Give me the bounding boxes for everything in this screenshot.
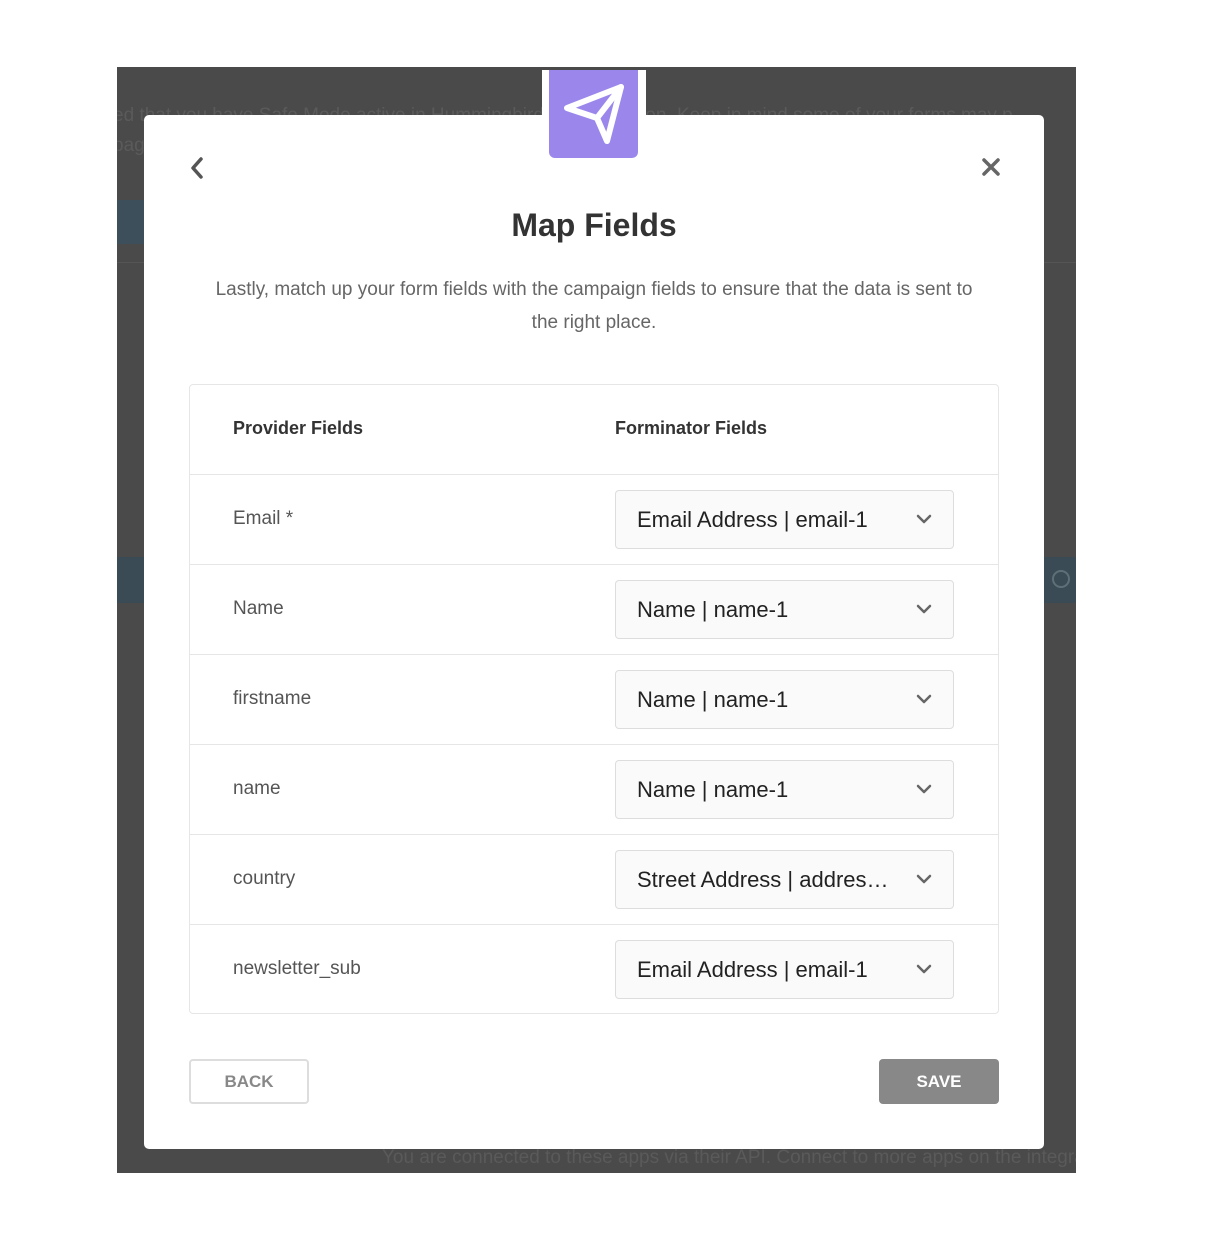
background-icon	[1052, 570, 1070, 588]
forminator-field-select[interactable]: Street Address | address-1	[615, 850, 954, 909]
chevron-down-icon	[916, 964, 932, 974]
paper-plane-icon	[549, 70, 638, 158]
table-row: firstname Name | name-1	[190, 655, 998, 745]
table-row: newsletter_sub Email Address | email-1	[190, 925, 998, 1015]
close-icon[interactable]	[979, 155, 1003, 179]
chevron-left-icon[interactable]	[186, 155, 208, 181]
provider-field-label: Email *	[233, 508, 294, 529]
select-value: Street Address | address-1	[637, 867, 897, 892]
forminator-field-select[interactable]: Name | name-1	[615, 580, 954, 639]
save-button[interactable]: SAVE	[879, 1059, 999, 1104]
table-row: country Street Address | address-1	[190, 835, 998, 925]
provider-field-label: Name	[233, 598, 284, 619]
table-row: name Name | name-1	[190, 745, 998, 835]
select-value: Name | name-1	[637, 597, 789, 622]
back-button[interactable]: BACK	[189, 1059, 309, 1104]
provider-field-label: newsletter_sub	[233, 958, 361, 979]
provider-field-label: country	[233, 868, 296, 889]
chevron-down-icon	[916, 694, 932, 704]
field-mapping-table: Provider Fields Forminator Fields Email …	[189, 384, 999, 1014]
table-row: Name Name | name-1	[190, 565, 998, 655]
provider-field-label: firstname	[233, 688, 312, 709]
forminator-field-select[interactable]: Email Address | email-1	[615, 490, 954, 549]
provider-fields-header: Provider Fields	[233, 418, 364, 438]
forminator-fields-header: Forminator Fields	[615, 418, 768, 438]
select-value: Email Address | email-1	[637, 957, 868, 982]
chevron-down-icon	[916, 604, 932, 614]
select-value: Name | name-1	[637, 777, 789, 802]
chevron-down-icon	[916, 784, 932, 794]
select-value: Email Address | email-1	[637, 507, 868, 532]
background-text-line: You are connected to these apps via thei…	[382, 1147, 1076, 1168]
chevron-down-icon	[916, 514, 932, 524]
table-header: Provider Fields Forminator Fields	[190, 385, 998, 475]
forminator-field-select[interactable]: Name | name-1	[615, 760, 954, 819]
modal-description: Lastly, match up your form fields with t…	[215, 279, 973, 333]
chevron-down-icon	[916, 874, 932, 884]
forminator-field-select[interactable]: Email Address | email-1	[615, 940, 954, 999]
select-value: Name | name-1	[637, 687, 789, 712]
table-row: Email * Email Address | email-1	[190, 475, 998, 565]
modal-title: Map Fields	[511, 207, 677, 243]
provider-field-label: name	[233, 778, 281, 799]
background-bar	[117, 200, 147, 244]
forminator-field-select[interactable]: Name | name-1	[615, 670, 954, 729]
